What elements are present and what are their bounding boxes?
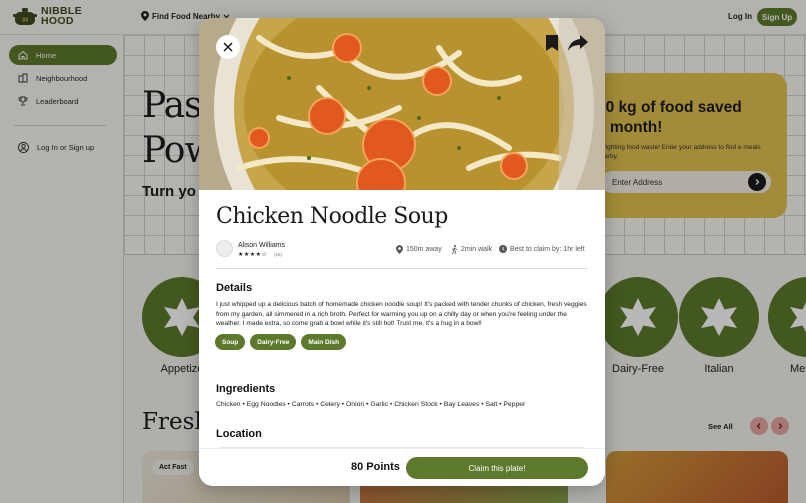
- distance-text: 150m away: [406, 246, 442, 253]
- tag-chip-dairy-free[interactable]: Dairy-Free: [250, 334, 297, 350]
- tag-list: Soup Dairy-Free Main Dish: [215, 334, 347, 350]
- rating-stars: ★★★★☆: [238, 252, 268, 258]
- tag-chip-main-dish[interactable]: Main Dish: [301, 334, 347, 350]
- share-arrow-icon: [568, 35, 588, 51]
- modal-footer: 80 Points Claim this plate!: [199, 448, 605, 486]
- rating-count: (16): [274, 252, 283, 257]
- food-detail-modal: Chicken Noodle Soup Alison Williams ★★★★…: [199, 18, 605, 486]
- share-button[interactable]: [567, 34, 589, 57]
- points-value: 80 Points: [351, 461, 400, 473]
- details-heading: Details: [216, 282, 253, 294]
- walk-meta: 2min walk: [451, 245, 492, 254]
- walking-icon: [451, 245, 458, 254]
- bookmark-button[interactable]: [545, 34, 559, 57]
- divider: [216, 268, 588, 269]
- close-button[interactable]: [216, 35, 240, 59]
- claim-by-text: Best to claim by: 1hr left: [510, 245, 585, 253]
- location-heading: Location: [216, 428, 262, 440]
- dish-title: Chicken Noodle Soup: [216, 204, 448, 229]
- tag-chip-soup[interactable]: Soup: [215, 334, 246, 350]
- close-icon: [223, 42, 233, 52]
- location-pin-icon: [396, 245, 403, 254]
- food-photo: [199, 18, 605, 190]
- claim-plate-button[interactable]: Claim this plate!: [406, 457, 588, 479]
- bookmark-icon: [546, 35, 558, 51]
- distance-meta: 150m away: [396, 245, 442, 254]
- claim-by-meta: Best to claim by: 1hr left: [499, 245, 585, 253]
- avatar[interactable]: [216, 240, 233, 257]
- clock-icon: [499, 245, 507, 253]
- ingredients-heading: Ingredients: [216, 383, 276, 395]
- ingredients-list: Chicken • Egg Noodles • Carrots • Celery…: [216, 401, 526, 408]
- author-name[interactable]: Alison Williams: [238, 242, 285, 249]
- modal-body[interactable]: Chicken Noodle Soup Alison Williams ★★★★…: [199, 190, 605, 448]
- details-text: I just whipped up a delicious batch of h…: [216, 301, 587, 328]
- walk-text: 2min walk: [461, 246, 493, 253]
